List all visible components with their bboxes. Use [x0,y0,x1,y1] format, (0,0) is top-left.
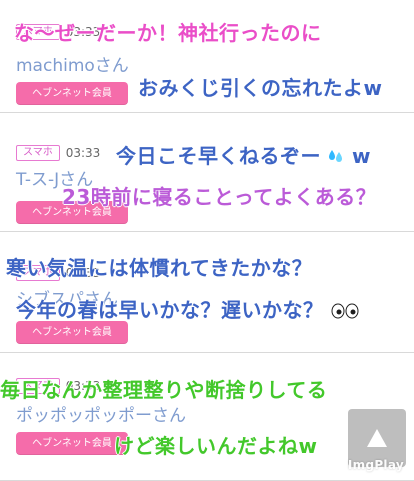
overlay-caption-line1: 毎日なんか整理整りや断捨りしてる [0,378,328,402]
overlay-caption-line1-text: 今日こそ早くねるぞー [116,144,321,168]
post-time: 03:33 [65,146,101,160]
overlay-caption-line1: 今日こそ早くねるぞー w [116,140,371,169]
post-feed: スマホ 03:33 machimoさん ヘブンネット会員 な〜ぜーだーか！神社行… [0,0,414,481]
sweat-drops-icon [329,150,343,162]
user-name[interactable]: machimoさん [16,51,129,76]
overlay-caption-line1-suffix: w [351,144,371,168]
member-badge: ヘブンネット会員 [16,321,128,344]
imgplay-watermark: ImgPlay [347,458,404,472]
eyes-icon [331,303,359,319]
overlay-caption-line2: 今年の春は早いかな？遅いかな？ [16,294,359,323]
overlay-caption-line1: 寒い気温には体慣れてきたかな？ [6,256,313,280]
member-badge: ヘブンネット会員 [16,82,128,105]
post-card: スマホ 03:33 シブスパさん ヘブンネット会員 寒い気温には体慣れてきたかな… [0,237,414,353]
post-card: スマホ 03:33 machimoさん ヘブンネット会員 な〜ぜーだーか！神社行… [0,0,414,113]
overlay-caption-line2-text: 今年の春は早いかな？遅いかな？ [16,298,324,322]
user-name[interactable]: ポッポッポッポーさん [16,401,186,426]
overlay-caption-line2: おみくじ引くの忘れたよw [138,76,383,100]
triangle-up-icon [367,429,387,447]
overlay-caption-line1: な〜ぜーだーか！神社行ったのに [14,21,322,45]
overlay-caption-line2: けど楽しいんだよねw [114,434,318,458]
device-badge: スマホ [16,145,60,161]
member-badge: ヘブンネット会員 [16,432,128,455]
post-card: スマホ 03:33 T-ス-Jさん ヘブンネット会員 今日こそ早くねるぞー w … [0,118,414,232]
post-meta: スマホ 03:33 [16,145,100,161]
overlay-caption-line2: 23時前に寝ることってよくある？ [62,185,377,209]
